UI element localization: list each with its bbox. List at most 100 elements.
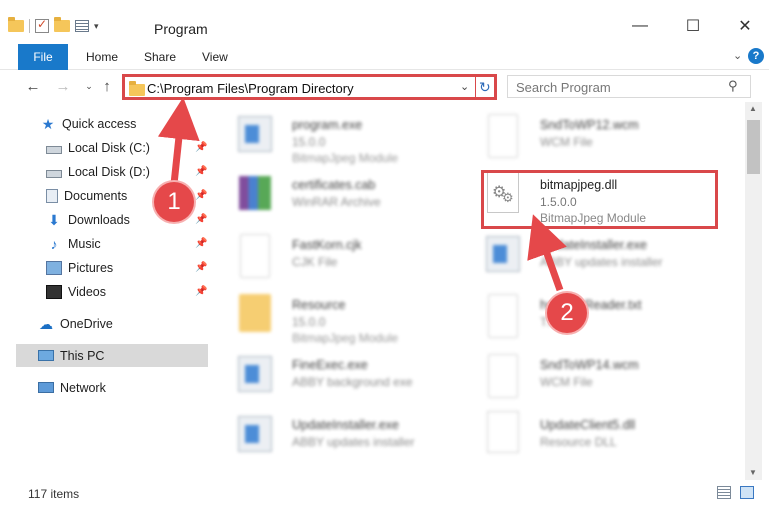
archive-file-icon bbox=[239, 176, 271, 210]
sidebar-item-music[interactable]: ♪ Music 📌 bbox=[0, 232, 208, 255]
document-file-icon bbox=[488, 114, 518, 158]
folder-icon bbox=[239, 294, 271, 332]
tab-home[interactable]: Home bbox=[86, 44, 118, 70]
file-item[interactable]: UpdateInstaller.exe ABBY updates install… bbox=[482, 228, 722, 284]
sidebar-item-label: OneDrive bbox=[60, 316, 113, 331]
ribbon-tabs: File Home Share View ⌄ ? bbox=[0, 44, 769, 70]
step-badge-2: 2 bbox=[547, 293, 587, 333]
file-item[interactable]: SndToWP14.wcm WCM File bbox=[482, 348, 722, 404]
pin-icon[interactable]: 📌 bbox=[195, 142, 207, 153]
item-count: 117 items bbox=[28, 487, 80, 501]
new-folder-icon[interactable] bbox=[54, 17, 70, 32]
pin-icon[interactable]: 📌 bbox=[195, 262, 207, 273]
star-icon: ★ bbox=[41, 115, 55, 132]
file-list: program.exe 15.0.0 BitmapJpeg Module cer… bbox=[210, 102, 745, 472]
search-box[interactable]: Search Program ⚲ bbox=[507, 75, 751, 98]
document-file-icon bbox=[488, 294, 518, 338]
navigation-bar: ← → ⌄ ↑ C:\Program Files\Program Directo… bbox=[0, 72, 769, 102]
sidebar-item-this-pc[interactable]: This PC bbox=[16, 344, 208, 367]
rename-icon[interactable] bbox=[75, 20, 89, 32]
file-item[interactable]: Resource 15.0.0 BitmapJpeg Module bbox=[234, 288, 474, 345]
file-detail: 15.0.0 bbox=[292, 315, 326, 329]
vertical-scrollbar[interactable]: ▲ ▼ bbox=[745, 102, 762, 480]
exe-file-icon bbox=[238, 416, 272, 452]
dll-gear-icon bbox=[487, 411, 519, 453]
address-bar[interactable]: C:\Program Files\Program Directory ⌄ ↻ bbox=[122, 74, 497, 100]
search-input[interactable]: Search Program bbox=[516, 80, 611, 95]
file-item[interactable]: FastKorn.cjk CJK File bbox=[234, 228, 474, 284]
exe-file-icon bbox=[486, 236, 520, 272]
refresh-icon[interactable]: ↻ bbox=[479, 79, 491, 96]
file-detail: 15.0.0 bbox=[292, 135, 326, 149]
minimize-button[interactable]: — bbox=[630, 16, 650, 36]
details-view-icon[interactable] bbox=[717, 486, 731, 499]
pin-icon[interactable]: 📌 bbox=[195, 190, 207, 201]
up-button[interactable]: ↑ bbox=[98, 77, 116, 95]
sidebar-item-local-disk-d[interactable]: Local Disk (D:) 📌 bbox=[0, 160, 208, 183]
address-dropdown-icon[interactable]: ⌄ bbox=[460, 80, 469, 93]
sidebar-item-label: Local Disk (C:) bbox=[68, 140, 150, 155]
search-icon[interactable]: ⚲ bbox=[728, 78, 738, 94]
pictures-icon bbox=[46, 260, 62, 275]
forward-button[interactable]: → bbox=[54, 77, 72, 95]
sidebar-item-onedrive[interactable]: ☁ OneDrive bbox=[0, 312, 208, 335]
tiles-view-icon[interactable] bbox=[740, 486, 754, 499]
title-bar: ▾ Program — ☐ ✕ bbox=[0, 0, 769, 44]
folder-icon[interactable] bbox=[8, 17, 24, 32]
customize-toolbar-chevron-icon[interactable]: ▾ bbox=[94, 21, 99, 32]
sidebar-item-pictures[interactable]: Pictures 📌 bbox=[0, 256, 208, 279]
file-detail: ABBY updates installer bbox=[292, 435, 415, 449]
highlight-box bbox=[481, 170, 718, 229]
sidebar-item-label: Network bbox=[60, 380, 106, 395]
pin-icon[interactable]: 📌 bbox=[195, 214, 207, 225]
file-name: program.exe bbox=[292, 118, 363, 132]
file-detail: ABBY updates installer bbox=[540, 255, 663, 269]
maximize-button[interactable]: ☐ bbox=[683, 16, 703, 36]
pin-icon[interactable]: 📌 bbox=[195, 238, 207, 249]
file-name: SndToWP12.wcm bbox=[540, 118, 639, 132]
file-item[interactable]: help Reader.txt TXT bbox=[482, 288, 722, 344]
toolbar-separator bbox=[29, 19, 30, 33]
file-name: FastKorn.cjk bbox=[292, 238, 362, 252]
exe-file-icon bbox=[238, 356, 272, 392]
file-detail: CJK File bbox=[292, 255, 338, 269]
pc-icon bbox=[38, 350, 54, 361]
exe-file-icon bbox=[238, 116, 272, 152]
tab-file[interactable]: File bbox=[18, 44, 68, 70]
expand-ribbon-chevron-icon[interactable]: ⌄ bbox=[733, 49, 742, 62]
sidebar-item-quick-access[interactable]: ★ Quick access bbox=[0, 112, 208, 135]
file-item[interactable]: FineExec.exe ABBY background exe bbox=[234, 348, 474, 404]
step-badge-1: 1 bbox=[154, 182, 194, 222]
scroll-down-icon[interactable]: ▼ bbox=[749, 468, 757, 477]
tab-share[interactable]: Share bbox=[144, 44, 176, 70]
file-item[interactable]: UpdateClient5.dll Resource DLL bbox=[482, 408, 722, 464]
pin-icon[interactable]: 📌 bbox=[195, 166, 207, 177]
sidebar-item-local-disk-c[interactable]: Local Disk (C:) 📌 bbox=[0, 136, 208, 159]
network-icon bbox=[38, 382, 54, 393]
navigation-pane: ★ Quick access Local Disk (C:) 📌 Local D… bbox=[0, 108, 210, 478]
scroll-thumb[interactable] bbox=[747, 120, 760, 174]
file-item[interactable]: program.exe 15.0.0 BitmapJpeg Module bbox=[234, 108, 474, 165]
sidebar-item-videos[interactable]: Videos 📌 bbox=[0, 280, 208, 303]
help-icon[interactable]: ? bbox=[748, 48, 764, 64]
sidebar-item-network[interactable]: Network bbox=[0, 376, 208, 399]
file-detail: BitmapJpeg Module bbox=[292, 151, 399, 165]
tab-view[interactable]: View bbox=[202, 44, 228, 70]
sidebar-item-label: Pictures bbox=[68, 260, 114, 275]
file-name: FineExec.exe bbox=[292, 358, 368, 372]
pin-icon[interactable]: 📌 bbox=[195, 286, 207, 297]
file-item[interactable]: certificates.cab WinRAR Archive bbox=[234, 168, 474, 224]
recent-locations-chevron-icon[interactable]: ⌄ bbox=[80, 77, 98, 95]
address-path[interactable]: C:\Program Files\Program Directory bbox=[147, 81, 354, 96]
back-button[interactable]: ← bbox=[24, 77, 42, 95]
downloads-icon: ⬇ bbox=[48, 211, 60, 228]
window-title: Program bbox=[154, 21, 208, 37]
properties-check-icon[interactable] bbox=[35, 17, 49, 33]
file-item[interactable]: UpdateInstaller.exe ABBY updates install… bbox=[234, 408, 474, 464]
sidebar-item-label: Documents bbox=[64, 188, 128, 203]
file-item[interactable]: SndToWP12.wcm WCM File bbox=[482, 108, 722, 164]
file-detail: Resource DLL bbox=[540, 435, 617, 449]
scroll-up-icon[interactable]: ▲ bbox=[749, 104, 757, 113]
file-detail: WCM File bbox=[540, 375, 593, 389]
close-button[interactable]: ✕ bbox=[735, 16, 755, 36]
